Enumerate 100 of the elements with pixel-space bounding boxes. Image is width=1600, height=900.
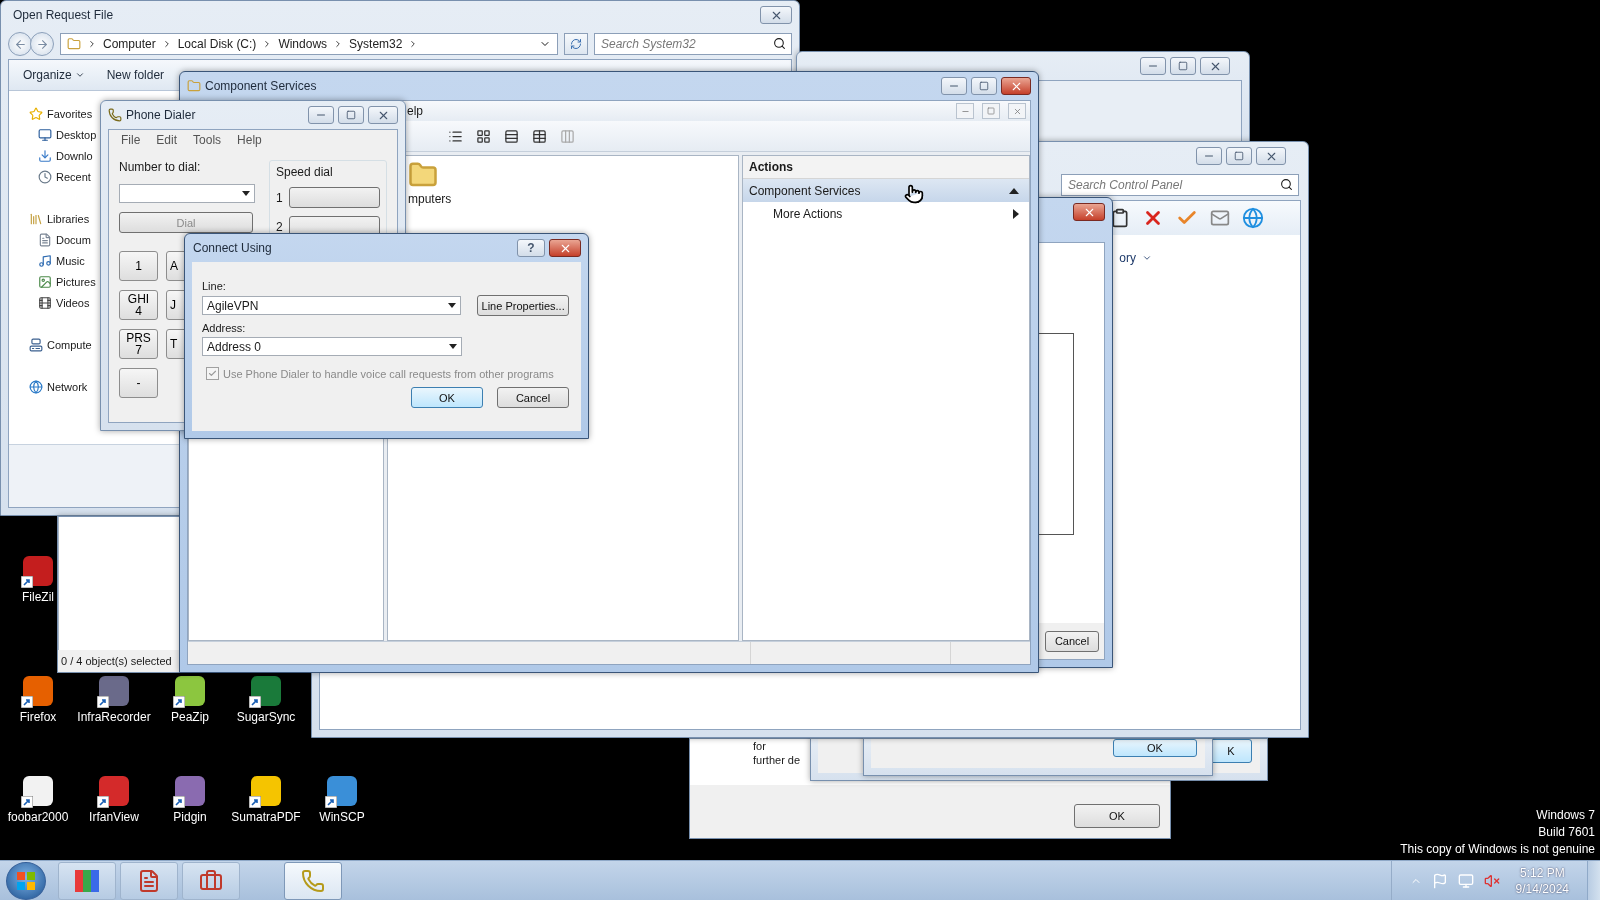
icon-label[interactable]: Firefox bbox=[19, 710, 57, 724]
keypad-key[interactable]: 1 bbox=[119, 251, 158, 281]
ok-button[interactable]: OK bbox=[1074, 803, 1160, 828]
icon-label[interactable]: PeaZip bbox=[171, 710, 209, 724]
maximize-button[interactable] bbox=[971, 77, 997, 95]
close-button[interactable] bbox=[1200, 57, 1230, 75]
icon-label[interactable]: SugarSync bbox=[236, 710, 296, 724]
number-combo-box[interactable] bbox=[119, 184, 255, 203]
icon-label[interactable]: Pidgin bbox=[173, 810, 207, 824]
organize-menu[interactable]: Organize bbox=[23, 68, 85, 82]
icon-label[interactable]: SumatraPDF bbox=[231, 810, 301, 824]
app-icon[interactable] bbox=[99, 776, 129, 806]
cancel-button[interactable]: Cancel bbox=[497, 387, 569, 408]
minimize-button[interactable] bbox=[308, 106, 334, 124]
search-field[interactable]: Search Control Panel bbox=[1061, 174, 1299, 196]
address-bar[interactable]: Computer Local Disk (C:) Windows System32 bbox=[60, 33, 558, 55]
taskbar-button[interactable] bbox=[182, 861, 240, 900]
ok-button[interactable]: K bbox=[1210, 739, 1252, 763]
nav-item[interactable]: Music bbox=[56, 254, 85, 267]
icon-label[interactable]: FileZil bbox=[22, 590, 54, 604]
taskbar-button[interactable] bbox=[284, 861, 342, 900]
maximize-button[interactable] bbox=[1226, 147, 1252, 165]
menu-item[interactable]: elp bbox=[407, 104, 423, 118]
nav-item[interactable]: Desktop bbox=[56, 128, 97, 141]
close-button[interactable] bbox=[368, 106, 398, 124]
maximize-button[interactable] bbox=[338, 106, 364, 124]
forward-button[interactable] bbox=[30, 32, 54, 56]
line-properties-button[interactable]: Line Properties... bbox=[477, 295, 569, 316]
nav-item[interactable]: Recent bbox=[56, 170, 91, 183]
close-button[interactable] bbox=[1001, 77, 1031, 95]
ok-button[interactable]: OK bbox=[1113, 739, 1197, 757]
shortcut-arrow-icon bbox=[21, 796, 33, 808]
close-button[interactable] bbox=[1073, 203, 1105, 221]
clock-icon bbox=[38, 169, 52, 184]
refresh-button[interactable] bbox=[564, 33, 588, 55]
menu-item[interactable]: File bbox=[121, 133, 141, 147]
breadcrumb-item[interactable]: System32 bbox=[349, 37, 403, 51]
clipboard-icon[interactable] bbox=[1110, 208, 1130, 228]
app-icon[interactable] bbox=[251, 676, 281, 706]
toolbar-button[interactable]: New folder bbox=[106, 68, 165, 82]
minimize-button[interactable] bbox=[941, 77, 967, 95]
download-icon bbox=[38, 148, 52, 163]
app-icon[interactable] bbox=[175, 776, 205, 806]
view-by-link[interactable]: ory bbox=[1119, 251, 1136, 265]
dropdown-field[interactable]: AgileVPN bbox=[202, 296, 462, 315]
keypad-key[interactable]: GHI 4 bbox=[119, 290, 158, 320]
app-icon[interactable] bbox=[23, 776, 53, 806]
maximize-button[interactable] bbox=[1170, 57, 1196, 75]
start-button[interactable] bbox=[6, 861, 46, 900]
search-field[interactable]: Search System32 bbox=[594, 33, 792, 55]
app-icon[interactable] bbox=[23, 676, 53, 706]
icon-label[interactable]: foobar2000 bbox=[7, 810, 69, 824]
muted-speaker-icon[interactable] bbox=[1483, 872, 1500, 889]
keypad-key[interactable]: - bbox=[119, 368, 158, 398]
nav-item[interactable]: Pictures bbox=[56, 275, 96, 288]
folder-label[interactable]: mputers bbox=[408, 192, 452, 206]
cancel-button[interactable]: Cancel bbox=[1045, 630, 1099, 652]
nav-item[interactable]: Libraries bbox=[47, 212, 90, 225]
globe-icon bbox=[29, 379, 43, 394]
close-button[interactable] bbox=[1256, 147, 1286, 165]
menu-item[interactable]: Edit bbox=[156, 133, 178, 147]
dropdown-field[interactable]: Address 0 bbox=[202, 337, 462, 356]
app-icon[interactable] bbox=[23, 556, 53, 586]
ok-button[interactable]: OK bbox=[411, 387, 483, 408]
globe-icon[interactable] bbox=[1242, 207, 1264, 229]
back-button[interactable] bbox=[8, 32, 32, 56]
minimize-button[interactable] bbox=[1196, 147, 1222, 165]
app-icon[interactable] bbox=[327, 776, 357, 806]
keypad-key[interactable]: PRS 7 bbox=[119, 329, 158, 359]
icon-label[interactable]: WinSCP bbox=[319, 810, 365, 824]
icon-label[interactable]: IrfanView bbox=[89, 810, 139, 824]
phone-icon bbox=[301, 868, 325, 893]
taskbar-button[interactable] bbox=[120, 861, 178, 900]
nav-item[interactable]: Docum bbox=[56, 233, 91, 246]
breadcrumb-item[interactable]: Computer bbox=[103, 37, 156, 51]
speed-dial-button[interactable] bbox=[288, 187, 380, 208]
action-label: More Actions bbox=[773, 206, 843, 221]
nav-item[interactable]: Network bbox=[47, 380, 88, 393]
icon-label[interactable]: InfraRecorder bbox=[77, 710, 151, 724]
status-text: 0 / 4 object(s) selected bbox=[61, 655, 172, 667]
menu-item[interactable]: Tools bbox=[193, 133, 222, 147]
app-icon[interactable] bbox=[251, 776, 281, 806]
nav-item[interactable]: Favorites bbox=[47, 107, 93, 120]
phone-icon bbox=[108, 108, 122, 122]
app-icon[interactable] bbox=[99, 676, 129, 706]
app-icon[interactable] bbox=[175, 676, 205, 706]
nav-item[interactable]: Downlo bbox=[56, 149, 93, 162]
nav-item[interactable]: Compute bbox=[47, 338, 92, 351]
close-button[interactable] bbox=[549, 239, 581, 257]
help-button[interactable]: ? bbox=[517, 239, 545, 257]
action-item[interactable]: Component Services bbox=[743, 179, 1029, 202]
shortcut-arrow-icon bbox=[173, 796, 185, 808]
envelope-icon[interactable] bbox=[1210, 208, 1230, 228]
nav-item[interactable]: Videos bbox=[56, 296, 90, 309]
minimize-button[interactable] bbox=[1140, 57, 1166, 75]
breadcrumb-item[interactable]: Local Disk (C:) bbox=[177, 37, 257, 51]
close-button[interactable] bbox=[760, 6, 792, 24]
menu-item[interactable]: Help bbox=[237, 133, 262, 147]
taskbar-button[interactable] bbox=[58, 861, 116, 900]
breadcrumb-item[interactable]: Windows bbox=[278, 37, 328, 51]
